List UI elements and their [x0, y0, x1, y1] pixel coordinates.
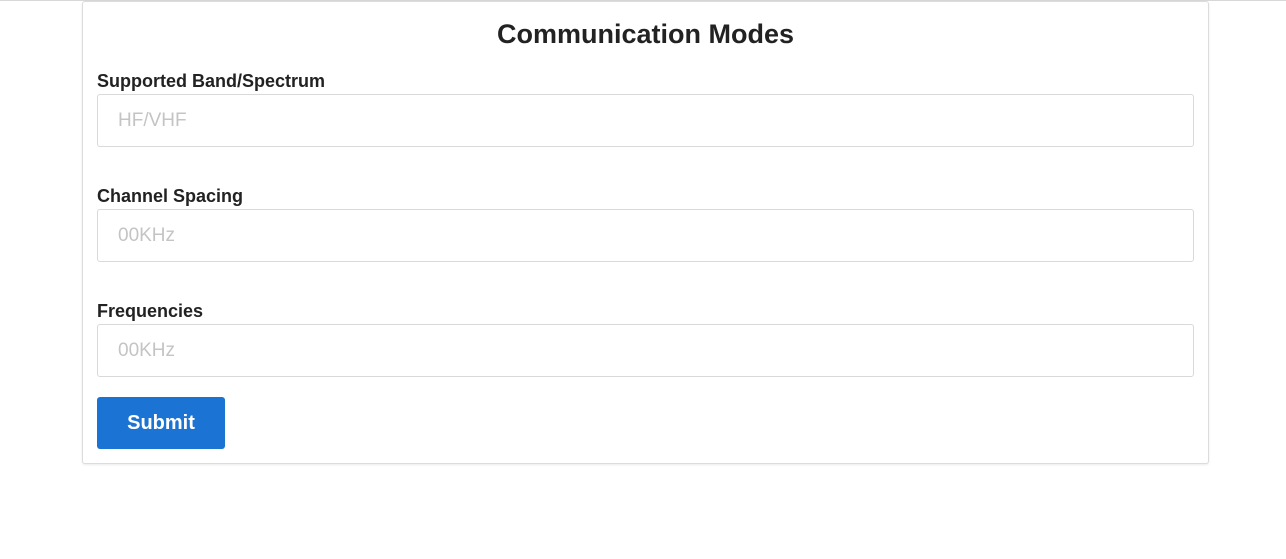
submit-button[interactable]: Submit [97, 397, 225, 449]
communication-modes-form: Communication Modes Supported Band/Spect… [82, 1, 1209, 464]
band-spectrum-input[interactable] [97, 94, 1194, 147]
frequencies-label: Frequencies [97, 301, 204, 321]
form-title: Communication Modes [496, 19, 794, 49]
channel-spacing-label: Channel Spacing [97, 186, 244, 206]
band-spectrum-label: Supported Band/Spectrum [97, 71, 326, 91]
channel-spacing-input[interactable] [97, 209, 1194, 262]
frequencies-input[interactable] [97, 324, 1194, 377]
